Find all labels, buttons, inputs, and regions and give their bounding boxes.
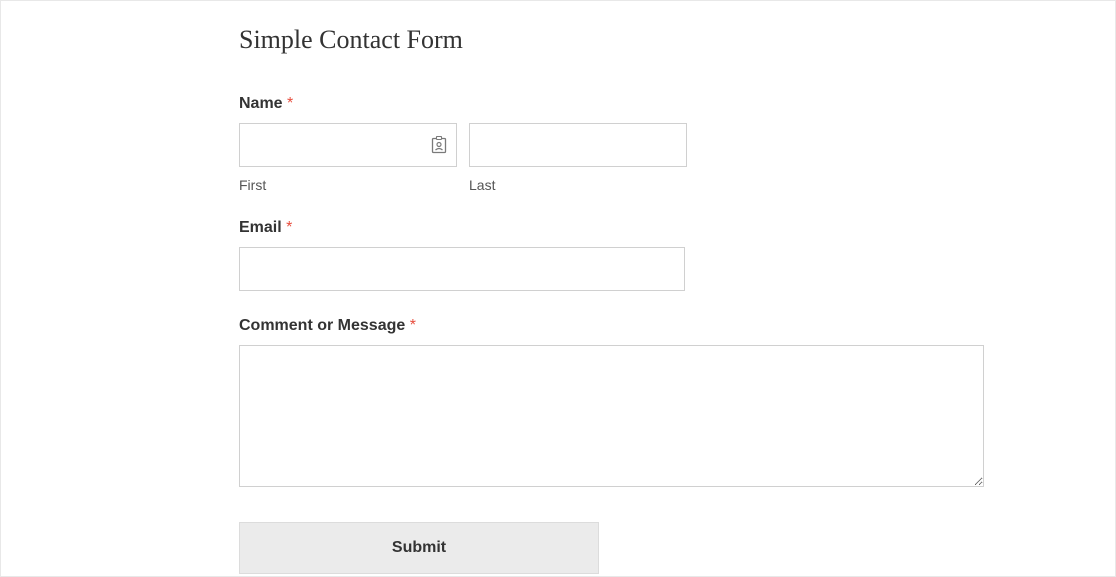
- contact-form-container: Simple Contact Form Name *: [1, 1, 1115, 574]
- required-mark: *: [410, 317, 416, 334]
- required-mark: *: [287, 95, 293, 112]
- name-label-text: Name: [239, 95, 283, 112]
- message-textarea[interactable]: [239, 345, 984, 487]
- name-row: First Last: [239, 123, 1035, 193]
- submit-button[interactable]: Submit: [239, 522, 599, 574]
- email-label-text: Email: [239, 219, 282, 236]
- required-mark: *: [286, 219, 292, 236]
- first-name-input[interactable]: [239, 123, 457, 167]
- email-field-group: Email *: [239, 219, 1035, 291]
- first-name-col: First: [239, 123, 457, 193]
- first-name-wrap: [239, 123, 457, 167]
- last-name-input[interactable]: [469, 123, 687, 167]
- first-name-sublabel: First: [239, 177, 457, 193]
- message-label-text: Comment or Message: [239, 317, 405, 334]
- message-label: Comment or Message *: [239, 317, 1035, 335]
- message-field-group: Comment or Message *: [239, 317, 1035, 492]
- email-input[interactable]: [239, 247, 685, 291]
- last-name-sublabel: Last: [469, 177, 687, 193]
- last-name-col: Last: [469, 123, 687, 193]
- name-field-group: Name * First: [239, 95, 1035, 193]
- email-label: Email *: [239, 219, 1035, 237]
- name-label: Name *: [239, 95, 1035, 113]
- page-title: Simple Contact Form: [239, 25, 1035, 55]
